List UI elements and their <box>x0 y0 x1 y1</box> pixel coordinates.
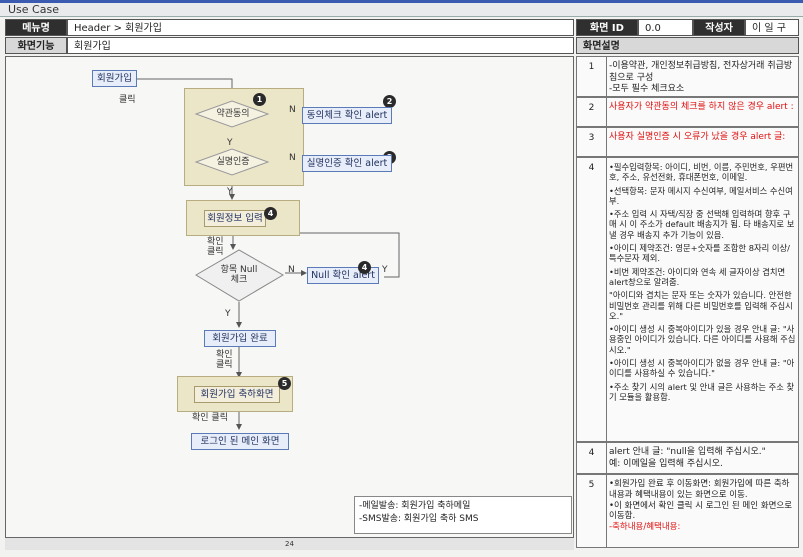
confirm-click-label: 확인 클릭 <box>207 237 224 257</box>
y-label-auth: Y <box>227 187 233 197</box>
y-label-terms: Y <box>227 138 233 148</box>
row-number: 5 <box>577 475 607 547</box>
auth-alert-box: 실명인증 확인 alert <box>302 155 392 172</box>
description-panel: 1 -이용약관, 개인정보취급방침, 전자상거래 취급방침으로 구성 -모두 필수… <box>576 56 799 548</box>
y-label-null: Y <box>225 309 231 319</box>
screen-id-label: 화면 ID <box>576 19 638 36</box>
screen-id-value: 0.0 <box>638 19 693 36</box>
consent-diamonds <box>194 100 270 176</box>
row-text: 사용자가 약관동의 체크를 하지 않은 경우 alert : <box>609 102 794 112</box>
n-label-null: N <box>288 265 295 275</box>
row-text: -이용약관, 개인정보취급방침, 전자상거래 취급방침으로 구성 -모두 필수 체… <box>609 61 793 94</box>
badge-4a: 4 <box>264 207 277 220</box>
n-label-auth: N <box>289 153 296 163</box>
consent-alert-box: 동의체크 확인 alert <box>302 107 392 124</box>
desc-row: 5 •회원가입 완료 후 이동화면: 회원가입에 따른 축하내용과 혜택내용이 … <box>576 474 799 548</box>
row-number: 4 <box>577 158 607 441</box>
window-tab[interactable]: Use Case <box>0 3 803 17</box>
row-text: alert 안내 글: "null을 입력해 주십시오." 예: 이메일을 입력해… <box>609 447 766 469</box>
row-number: 2 <box>577 98 607 126</box>
desc-row: 4 •필수입력항목: 아이디, 비번, 이름, 주민번호, 우편번호, 주소, … <box>576 157 799 442</box>
terms-decision: 약관동의 <box>216 109 250 119</box>
author-label: 작성자 <box>693 19 745 36</box>
note-mail: -메일발송: 회원가입 축하메일 <box>359 501 471 511</box>
desc-row: 3 사용자 실명인증 시 오류가 났을 경우 alert 글: <box>576 127 799 157</box>
row-text: •필수입력항목: 아이디, 비번, 이름, 주민번호, 우편번호, 주소, 유선… <box>609 162 796 402</box>
confirm-click-label-2: 확인 클릭 <box>216 350 233 370</box>
menu-value: Header > 회원가입 <box>67 19 574 36</box>
row-number: 3 <box>577 128 607 156</box>
desc-row: 4 alert 안내 글: "null을 입력해 주십시오." 예: 이메일을 입… <box>576 442 799 474</box>
null-check-decision: 항목 Null 체크 <box>220 265 258 285</box>
flowchart-panel: 회원가입 클릭 약관동의 실명인증 1 2 3 동의체크 확인 alert 실명… <box>5 56 574 538</box>
row-text: •회원가입 완료 후 이동화면: 회원가입에 따른 축하내용과 혜택내용이 있는… <box>609 479 793 533</box>
confirm-click-label-3: 확인 클릭 <box>192 413 228 423</box>
function-label: 화면기능 <box>5 37 67 54</box>
y-label-null-loop: Y <box>382 265 388 275</box>
n-label-terms: N <box>289 105 296 115</box>
click-label: 클릭 <box>119 95 136 105</box>
desc-row: 1 -이용약관, 개인정보취급방침, 전자상거래 취급방침으로 구성 -모두 필수… <box>576 56 799 97</box>
badge-1: 1 <box>253 93 266 106</box>
auth-decision: 실명인증 <box>216 157 250 167</box>
signup-complete-box: 회원가입 완료 <box>204 330 276 347</box>
badge-5: 5 <box>278 377 291 390</box>
description-label: 화면설명 <box>576 37 799 54</box>
row-number: 4 <box>577 443 607 473</box>
page-number: 24 <box>5 538 574 550</box>
row-text: 사용자 실명인증 시 오류가 났을 경우 alert 글: <box>609 132 786 142</box>
start-signup-box: 회원가입 <box>92 70 137 87</box>
badge-4b: 4 <box>358 261 371 274</box>
main-screen-box: 로그인 된 메인 화면 <box>191 433 289 450</box>
author-value: 이 일 구 <box>745 19 799 36</box>
congrats-screen-box: 회원가입 축하화면 <box>194 386 280 403</box>
member-info-input-box: 회원정보 입력 <box>204 210 266 227</box>
menu-label: 메뉴명 <box>5 19 67 36</box>
row-number: 1 <box>577 57 607 96</box>
desc-row: 2 사용자가 약관동의 체크를 하지 않은 경우 alert : <box>576 97 799 127</box>
notes-box: -메일발송: 회원가입 축하메일 -SMS발송: 회원가입 축하 SMS <box>354 496 572 534</box>
note-sms: -SMS발송: 회원가입 축하 SMS <box>359 514 479 524</box>
function-value: 회원가입 <box>67 37 574 54</box>
